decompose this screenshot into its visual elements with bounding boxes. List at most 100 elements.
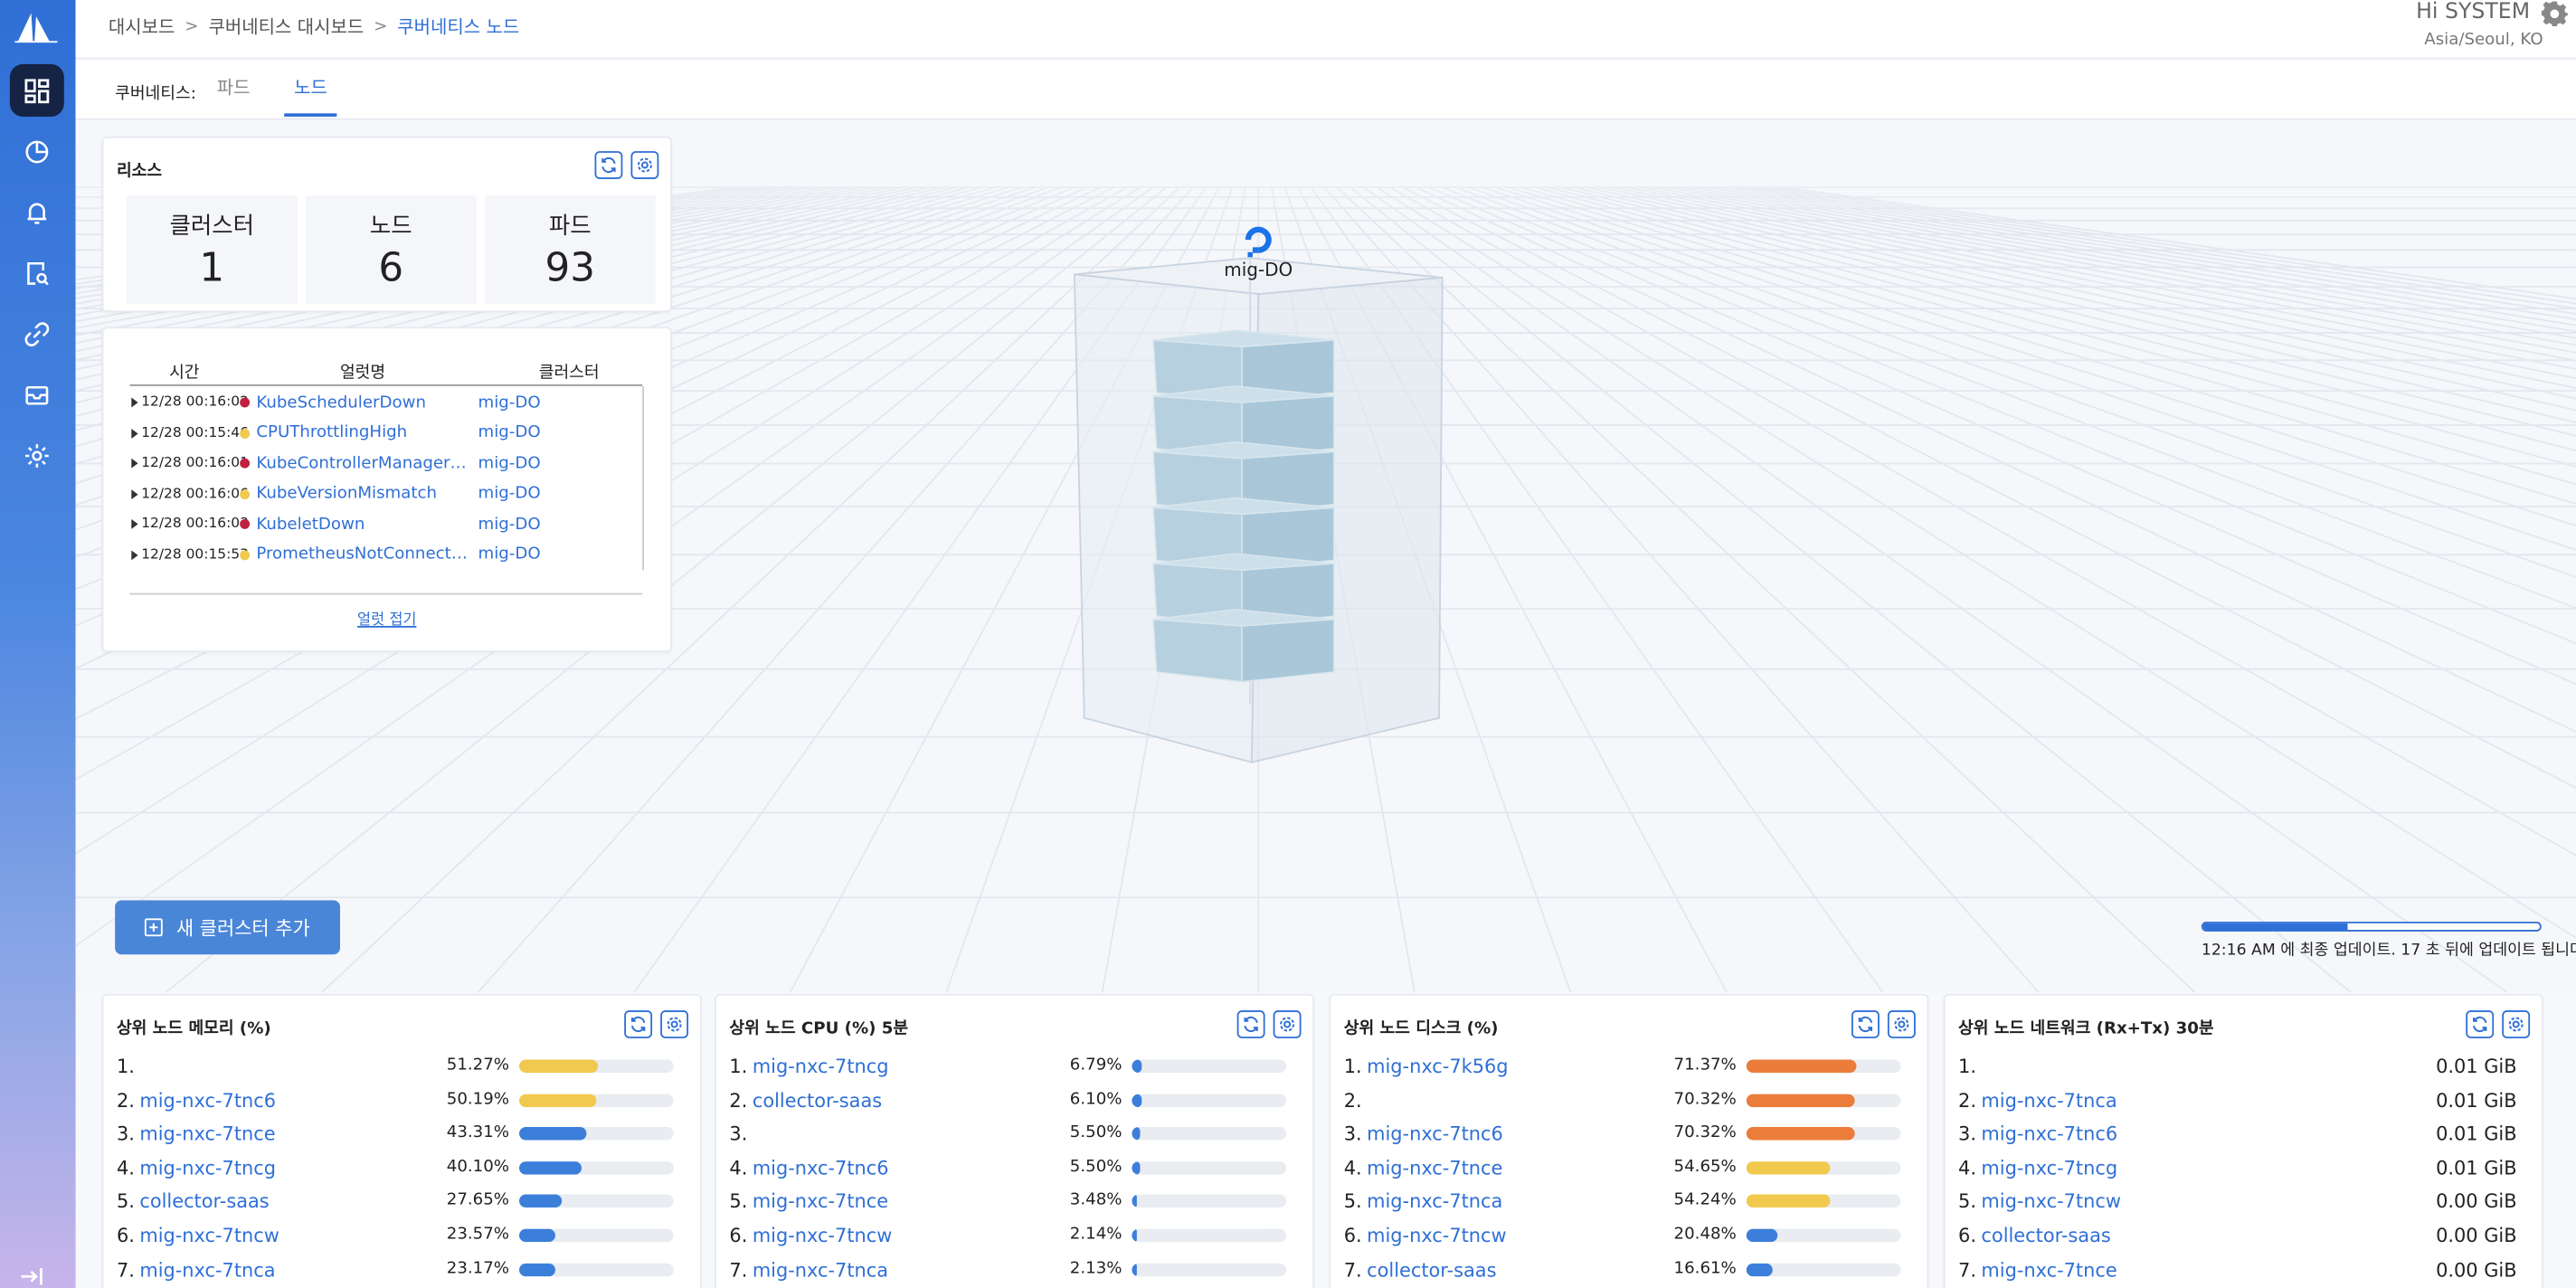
- usage-bar: [1132, 1160, 1287, 1175]
- alert-cluster-link[interactable]: mig-DO: [478, 545, 541, 564]
- list-item: 5. mig-nxc-7tnca: [1344, 1185, 1503, 1217]
- node-link[interactable]: mig-nxc-7tnc6: [139, 1088, 276, 1111]
- update-progress-fill: [2202, 923, 2348, 931]
- node-link[interactable]: mig-nxc-7tncw: [753, 1224, 892, 1246]
- sidebar-item-inbox[interactable]: [10, 368, 64, 421]
- cluster-count-box[interactable]: 클러스터 1: [126, 195, 298, 305]
- logo-icon[interactable]: [14, 10, 58, 43]
- percent-value: 5.50%: [1069, 1123, 1122, 1142]
- refresh-button[interactable]: [1851, 1010, 1880, 1038]
- refresh-button[interactable]: [2466, 1010, 2495, 1038]
- fold-alerts-link[interactable]: 얼럿 접기: [103, 608, 670, 629]
- alert-cluster-link[interactable]: mig-DO: [478, 393, 541, 412]
- alert-cluster-link[interactable]: mig-DO: [478, 424, 541, 442]
- alert-name-link[interactable]: KubeVersionMismatch: [256, 485, 475, 503]
- pod-count-box[interactable]: 파드 93: [484, 195, 656, 305]
- refresh-button[interactable]: [624, 1010, 653, 1038]
- sidebar-item-integrations[interactable]: [10, 308, 64, 360]
- usage-bar: [518, 1059, 674, 1074]
- alert-cluster-link[interactable]: mig-DO: [478, 515, 541, 533]
- pod-count-label: 파드: [548, 213, 592, 241]
- sidebar-item-reports[interactable]: [10, 246, 64, 298]
- alert-row[interactable]: 12/28 00:15:53 PrometheusNotConnected… mig…: [129, 540, 541, 570]
- node-link[interactable]: collector-saas: [753, 1088, 882, 1111]
- node-link[interactable]: mig-nxc-7tnce: [1367, 1156, 1502, 1179]
- expand-caret-icon[interactable]: [131, 428, 138, 439]
- expand-caret-icon[interactable]: [131, 488, 138, 499]
- rank-label: 6.: [116, 1224, 135, 1247]
- refresh-button[interactable]: [1236, 1010, 1265, 1038]
- list-item: 4. mig-nxc-7tncg: [1958, 1151, 2117, 1184]
- node-link[interactable]: mig-nxc-7tncg: [753, 1055, 889, 1077]
- alert-name-link[interactable]: KubeSchedulerDown: [256, 393, 475, 412]
- top-header: 대시보드 > 쿠버네티스 대시보드 > 쿠버네티스 노드 Hi SYSTEM A…: [75, 0, 2576, 60]
- settings-button[interactable]: [660, 1010, 689, 1038]
- node-link[interactable]: mig-nxc-7k56g: [1367, 1055, 1508, 1077]
- add-cluster-button[interactable]: 새 클러스터 추가: [115, 900, 340, 955]
- node-link[interactable]: mig-nxc-7tnca: [1981, 1088, 2117, 1111]
- cluster-box[interactable]: [1061, 212, 1455, 779]
- settings-button[interactable]: [1273, 1010, 1302, 1038]
- resource-card: 리소스 클러스터 1 노드 6 파드 93: [101, 136, 672, 313]
- alert-name-link[interactable]: KubeControllerManagerDown: [256, 454, 475, 472]
- node-block[interactable]: [1152, 609, 1335, 683]
- usage-bar-fill: [518, 1262, 555, 1276]
- tab-nodes[interactable]: 노드: [284, 74, 337, 117]
- alert-header-cluster: 클러스터: [538, 365, 600, 384]
- node-link[interactable]: mig-nxc-7tnc6: [1981, 1122, 2117, 1145]
- settings-button[interactable]: [1887, 1010, 1916, 1038]
- cluster-name-label[interactable]: mig-DO: [1209, 260, 1308, 281]
- sidebar-item-settings[interactable]: [10, 429, 64, 481]
- node-link[interactable]: mig-nxc-7tnc6: [753, 1156, 889, 1179]
- alert-row[interactable]: 12/28 00:15:46 CPUThrottlingHigh mig-DO: [129, 418, 541, 448]
- node-link[interactable]: mig-nxc-7tnc6: [1367, 1122, 1503, 1145]
- breadcrumb-dashboard[interactable]: 대시보드: [109, 14, 175, 40]
- breadcrumb-k8s-dashboard[interactable]: 쿠버네티스 대시보드: [208, 14, 364, 40]
- percent-value: 6.10%: [1069, 1090, 1122, 1109]
- node-link[interactable]: collector-saas: [1981, 1224, 2110, 1246]
- alert-cluster-link[interactable]: mig-DO: [478, 485, 541, 503]
- node-link[interactable]: mig-nxc-7tnca: [139, 1258, 275, 1281]
- alert-name-link[interactable]: PrometheusNotConnected…: [256, 545, 475, 564]
- alert-cluster-link[interactable]: mig-DO: [478, 454, 541, 472]
- node-link[interactable]: mig-nxc-7tncw: [139, 1224, 279, 1246]
- sidebar-item-dashboard[interactable]: [9, 63, 64, 117]
- node-link[interactable]: mig-nxc-7tnce: [1981, 1258, 2117, 1281]
- node-link[interactable]: mig-nxc-7tncw: [1367, 1224, 1506, 1246]
- node-link[interactable]: mig-nxc-7tnce: [139, 1122, 275, 1145]
- sidebar-item-alerts[interactable]: [10, 185, 64, 238]
- list-item: 4. mig-nxc-7tnce: [1344, 1151, 1503, 1184]
- user-settings-gear-icon[interactable]: [2541, 0, 2568, 27]
- alert-name-link[interactable]: CPUThrottlingHigh: [256, 424, 475, 442]
- user-greeting[interactable]: Hi SYSTEM: [2416, 0, 2530, 24]
- percent-value: 5.50%: [1069, 1158, 1122, 1177]
- expand-caret-icon[interactable]: [131, 549, 138, 560]
- alert-row[interactable]: 12/28 00:16:03 KubeletDown mig-DO: [129, 509, 541, 539]
- node-count-box[interactable]: 노드 6: [305, 195, 477, 305]
- sidebar-item-analytics[interactable]: [10, 125, 64, 177]
- settings-button[interactable]: [2502, 1010, 2531, 1038]
- node-link[interactable]: collector-saas: [1367, 1258, 1496, 1281]
- settings-button[interactable]: [630, 151, 659, 179]
- list-item: 6. collector-saas: [1958, 1219, 2111, 1252]
- tab-pods[interactable]: 파드: [207, 74, 260, 117]
- node-link[interactable]: mig-nxc-7tncw: [1981, 1190, 2120, 1213]
- refresh-button[interactable]: [594, 151, 623, 179]
- node-link[interactable]: mig-nxc-7tncg: [139, 1156, 276, 1179]
- alert-name-link[interactable]: KubeletDown: [256, 515, 475, 533]
- expand-caret-icon[interactable]: [131, 397, 138, 408]
- alert-row[interactable]: 12/28 00:16:06 KubeVersionMismatch mig-DO: [129, 478, 541, 508]
- alert-row[interactable]: 12/28 00:16:01 KubeControllerManagerDown m…: [129, 449, 541, 478]
- node-link[interactable]: collector-saas: [139, 1190, 269, 1213]
- expand-caret-icon[interactable]: [131, 518, 138, 529]
- node-link[interactable]: mig-nxc-7tnce: [753, 1190, 888, 1213]
- alert-scrollbar[interactable]: [642, 385, 667, 571]
- expand-caret-icon[interactable]: [131, 458, 138, 469]
- collapse-sidebar-icon[interactable]: [20, 1265, 46, 1288]
- node-link[interactable]: mig-nxc-7tncg: [1981, 1156, 2117, 1179]
- node-link[interactable]: mig-nxc-7tnca: [1367, 1190, 1502, 1213]
- percent-value: 51.27%: [446, 1056, 510, 1075]
- percent-value: 23.57%: [446, 1225, 510, 1244]
- alert-row[interactable]: 12/28 00:16:02 KubeSchedulerDown mig-DO: [129, 388, 541, 418]
- node-link[interactable]: mig-nxc-7tnca: [753, 1258, 888, 1281]
